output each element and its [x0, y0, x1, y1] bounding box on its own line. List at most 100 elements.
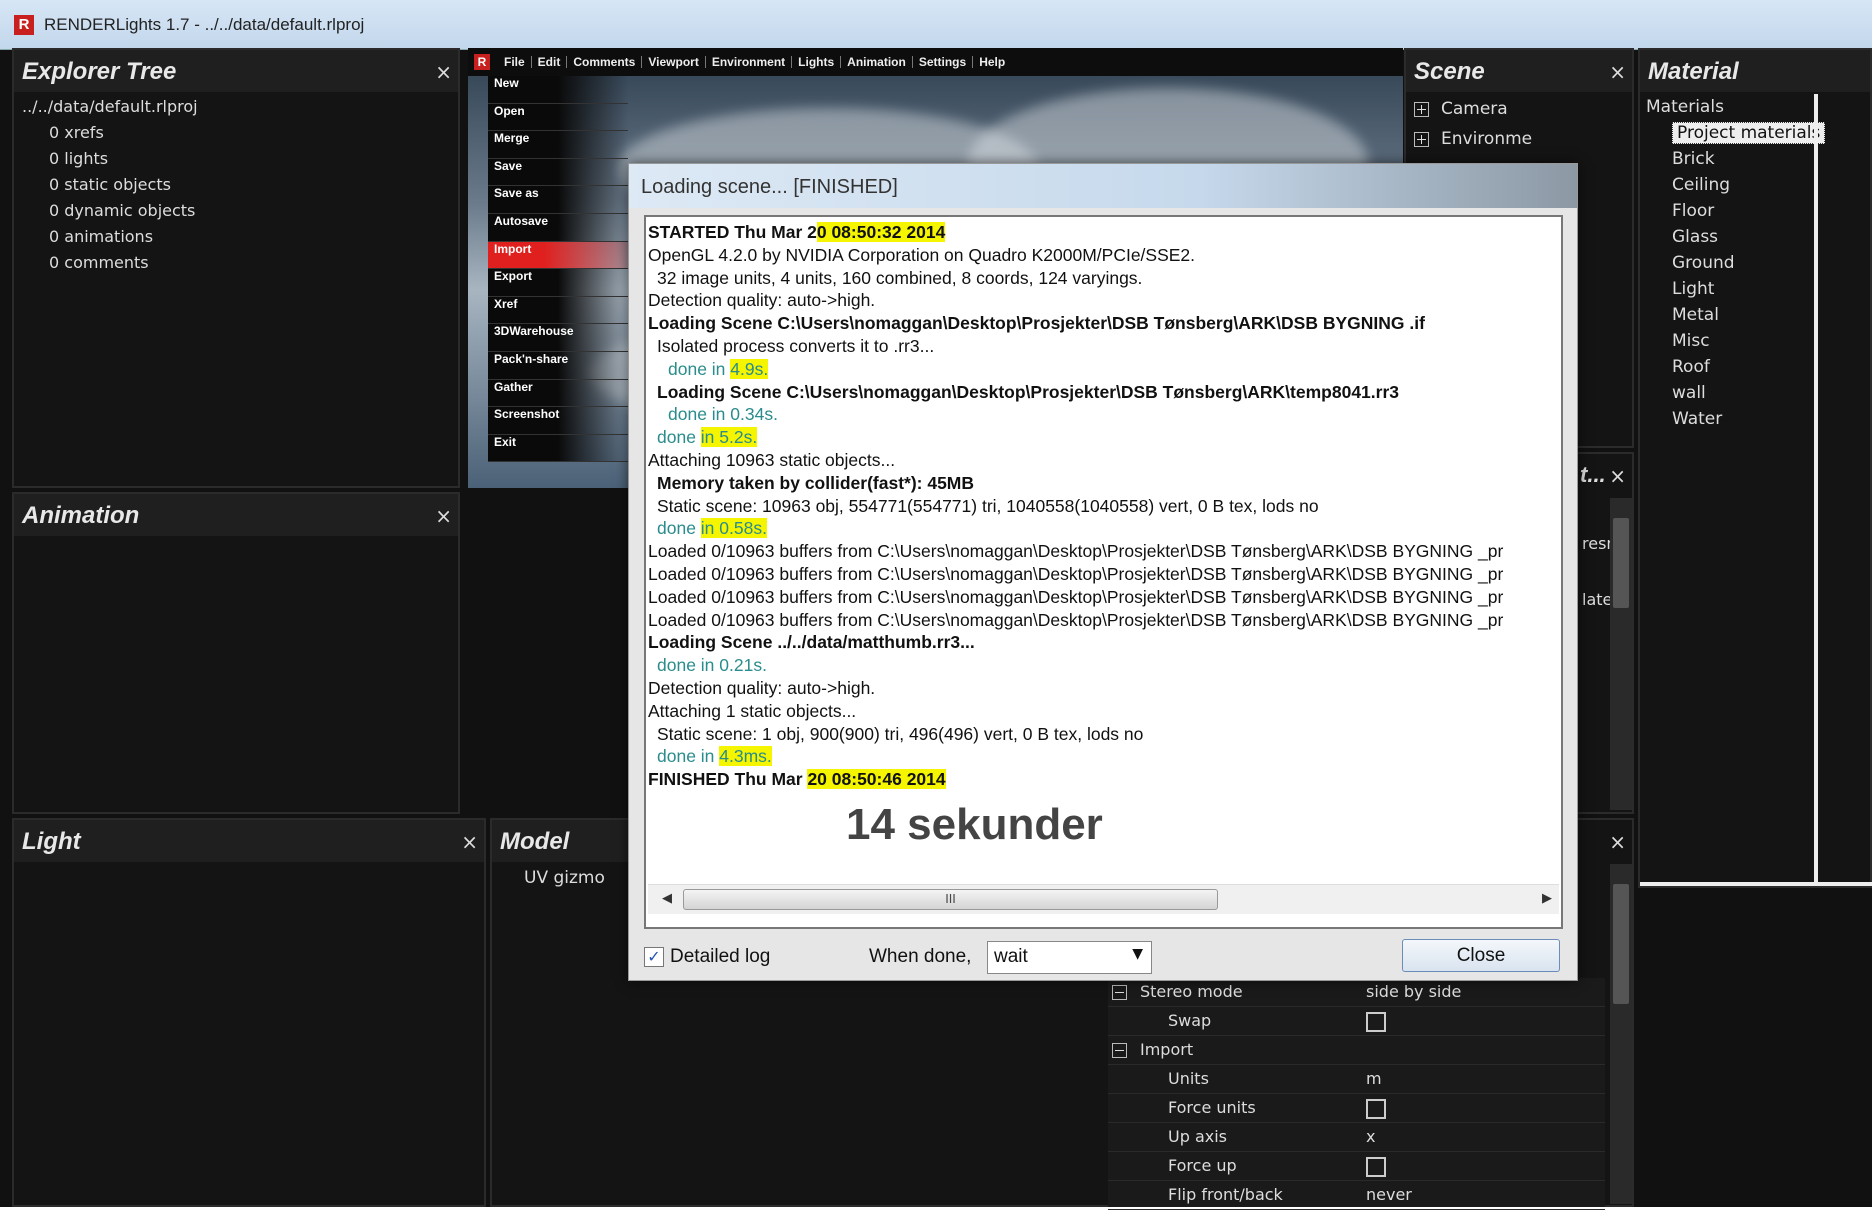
file-menu-exit[interactable]: Exit — [488, 434, 628, 463]
material-item-project-materials[interactable]: Project materials — [1646, 120, 1826, 146]
chevron-down-icon: ▼ — [1132, 946, 1143, 962]
material-item-ground[interactable]: Ground — [1646, 250, 1825, 276]
property-row-import[interactable]: Import — [1108, 1036, 1605, 1065]
log-line: Loaded 0/10963 buffers from C:\Users\nom… — [648, 586, 1504, 607]
property-row-force-units[interactable]: Force units — [1108, 1094, 1605, 1123]
property-fragment: late — [1582, 590, 1613, 609]
tree-item-animations[interactable]: 0 animations — [22, 224, 198, 250]
close-icon[interactable]: × — [1609, 60, 1626, 84]
when-done-select[interactable]: wait ▼ — [987, 941, 1152, 974]
scrollbar-thumb[interactable] — [1613, 884, 1629, 1004]
tree-item-dynamic-objects[interactable]: 0 dynamic objects — [22, 198, 198, 224]
properties-grid: Stereo mode side by side Swap Import Uni… — [1108, 978, 1605, 1210]
scroll-left-icon[interactable]: ◀ — [662, 891, 672, 906]
scrollbar-thumb[interactable] — [1613, 518, 1629, 608]
materials-root[interactable]: Materials — [1646, 94, 1825, 120]
menu-environment[interactable]: Environment — [706, 56, 793, 68]
file-menu-export[interactable]: Export — [488, 269, 628, 297]
file-menu-save-as[interactable]: Save as — [488, 186, 628, 214]
menu-help[interactable]: Help — [973, 56, 1011, 68]
log-textbox[interactable]: STARTED Thu Mar 20 08:50:32 2014 OpenGL … — [644, 215, 1563, 929]
material-item-metal[interactable]: Metal — [1646, 302, 1825, 328]
light-panel: Light × — [12, 818, 486, 1207]
scene-item-environment[interactable]: Environme — [1414, 124, 1532, 154]
close-icon[interactable]: × — [461, 830, 478, 854]
menu-edit[interactable]: Edit — [532, 56, 568, 68]
file-menu-xref[interactable]: Xref — [488, 296, 628, 325]
tree-item-xrefs[interactable]: 0 xrefs — [22, 120, 198, 146]
file-menu-new[interactable]: New — [488, 76, 628, 104]
file-menu-3dwarehouse[interactable]: 3DWarehouse — [488, 324, 628, 352]
file-menu-gather[interactable]: Gather — [488, 379, 628, 408]
property-label: Import — [1140, 1040, 1194, 1059]
material-item-wall[interactable]: wall — [1646, 380, 1825, 406]
menu-settings[interactable]: Settings — [913, 56, 974, 68]
log-text: STARTED Thu Mar 2 — [648, 222, 817, 242]
close-icon[interactable]: × — [1609, 464, 1626, 488]
dialog-title: Loading scene... [FINISHED] — [629, 164, 1577, 208]
log-line: Loaded 0/10963 buffers from C:\Users\nom… — [648, 563, 1504, 584]
tree-item-static-objects[interactable]: 0 static objects — [22, 172, 198, 198]
material-item-roof[interactable]: Roof — [1646, 354, 1825, 380]
menu-lights[interactable]: Lights — [792, 56, 842, 68]
menu-animation[interactable]: Animation — [841, 56, 913, 68]
menu-comments[interactable]: Comments — [567, 56, 643, 68]
vertical-scrollbar[interactable] — [1610, 498, 1632, 810]
log-line: Loading Scene C:\Users\nomaggan\Desktop\… — [657, 381, 1399, 402]
file-menu-save[interactable]: Save — [488, 158, 628, 187]
close-button[interactable]: Close — [1402, 939, 1560, 972]
uv-gizmo-item[interactable]: UV gizmo — [524, 868, 605, 888]
tree-item-comments[interactable]: 0 comments — [22, 250, 198, 276]
property-row-stereo-mode[interactable]: Stereo mode side by side — [1108, 978, 1605, 1007]
swap-checkbox[interactable] — [1366, 1012, 1386, 1032]
close-icon[interactable]: × — [1609, 830, 1626, 854]
material-item-glass[interactable]: Glass — [1646, 224, 1825, 250]
tree-item-lights[interactable]: 0 lights — [22, 146, 198, 172]
scrollbar-thumb[interactable]: III — [683, 889, 1218, 910]
file-menu-autosave[interactable]: Autosave — [488, 213, 628, 242]
log-line: Static scene: 10963 obj, 554771(554771) … — [657, 495, 1319, 516]
log-text: done — [657, 518, 701, 539]
material-item-ceiling[interactable]: Ceiling — [1646, 172, 1825, 198]
collapse-icon[interactable] — [1112, 985, 1127, 1000]
material-item-misc[interactable]: Misc — [1646, 328, 1825, 354]
property-value[interactable]: side by side — [1366, 982, 1461, 1001]
tree-item-project[interactable]: ../../data/default.rlproj — [22, 94, 198, 120]
file-menu-import[interactable]: Import — [488, 241, 628, 270]
material-item-water[interactable]: Water — [1646, 406, 1825, 432]
vertical-scrollbar[interactable] — [1610, 864, 1632, 1204]
property-row-up-axis[interactable]: Up axis x — [1108, 1123, 1605, 1152]
collapse-icon[interactable] — [1112, 1043, 1127, 1058]
force-units-checkbox[interactable] — [1366, 1099, 1386, 1119]
force-up-checkbox[interactable] — [1366, 1157, 1386, 1177]
menu-file[interactable]: File — [498, 56, 532, 68]
file-menu-merge[interactable]: Merge — [488, 131, 628, 159]
file-menu-screenshot[interactable]: Screenshot — [488, 407, 628, 435]
material-item-brick[interactable]: Brick — [1646, 146, 1825, 172]
log-line: done in 5.2s. — [648, 426, 1558, 449]
scene-item-camera[interactable]: Camera — [1414, 94, 1532, 124]
log-line: Isolated process converts it to .rr3... — [657, 335, 935, 356]
property-row-force-up[interactable]: Force up — [1108, 1152, 1605, 1181]
horizontal-scrollbar[interactable]: ◀ III ▶ — [648, 884, 1559, 914]
app-logo-icon: R — [14, 14, 34, 35]
material-item-floor[interactable]: Floor — [1646, 198, 1825, 224]
menu-viewport[interactable]: Viewport — [642, 56, 706, 68]
file-menu-pack-n-share[interactable]: Pack'n-share — [488, 351, 628, 380]
property-value[interactable]: never — [1366, 1185, 1412, 1204]
scroll-right-icon[interactable]: ▶ — [1542, 891, 1552, 906]
property-row-units[interactable]: Units m — [1108, 1065, 1605, 1094]
expand-icon[interactable] — [1414, 131, 1429, 147]
file-menu-open[interactable]: Open — [488, 103, 628, 132]
property-row-swap[interactable]: Swap — [1108, 1007, 1605, 1036]
property-value[interactable]: m — [1366, 1069, 1382, 1088]
close-icon[interactable]: × — [435, 504, 452, 528]
log-line: done in 0.21s. — [657, 655, 767, 676]
property-row-flip-front-back[interactable]: Flip front/back never — [1108, 1181, 1605, 1210]
property-value[interactable]: x — [1366, 1127, 1375, 1146]
material-item-light[interactable]: Light — [1646, 276, 1825, 302]
detailed-log-checkbox[interactable]: ✓ — [644, 947, 664, 967]
close-icon[interactable]: × — [435, 60, 452, 84]
property-label: Force units — [1168, 1098, 1256, 1117]
expand-icon[interactable] — [1414, 101, 1429, 117]
